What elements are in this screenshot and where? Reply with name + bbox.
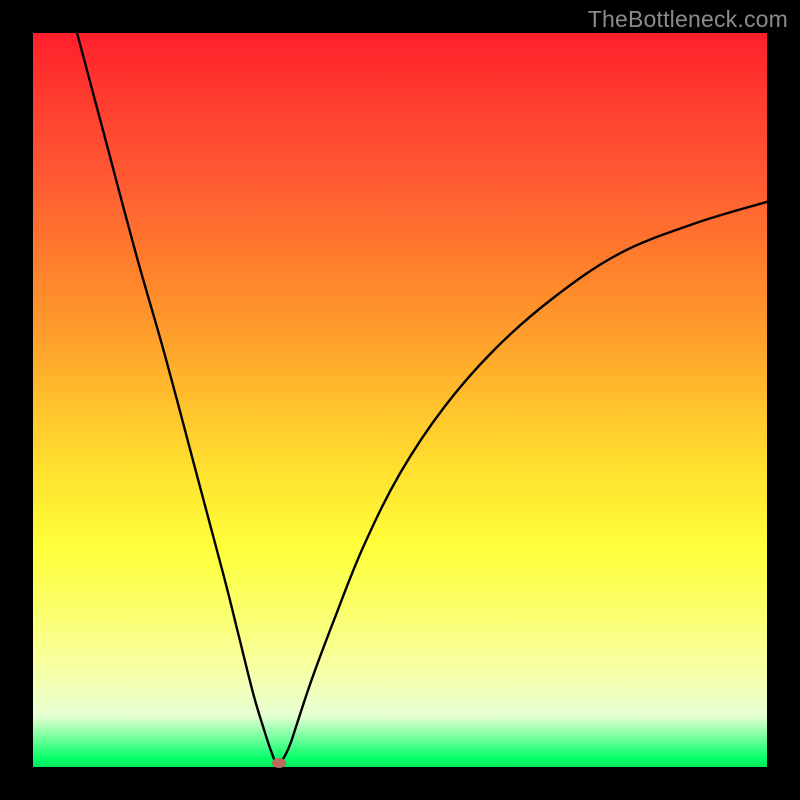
bottleneck-curve <box>33 33 767 767</box>
watermark-text: TheBottleneck.com <box>588 6 788 33</box>
minimum-marker <box>272 758 286 768</box>
plot-area <box>33 33 767 767</box>
chart-frame: TheBottleneck.com <box>0 0 800 800</box>
